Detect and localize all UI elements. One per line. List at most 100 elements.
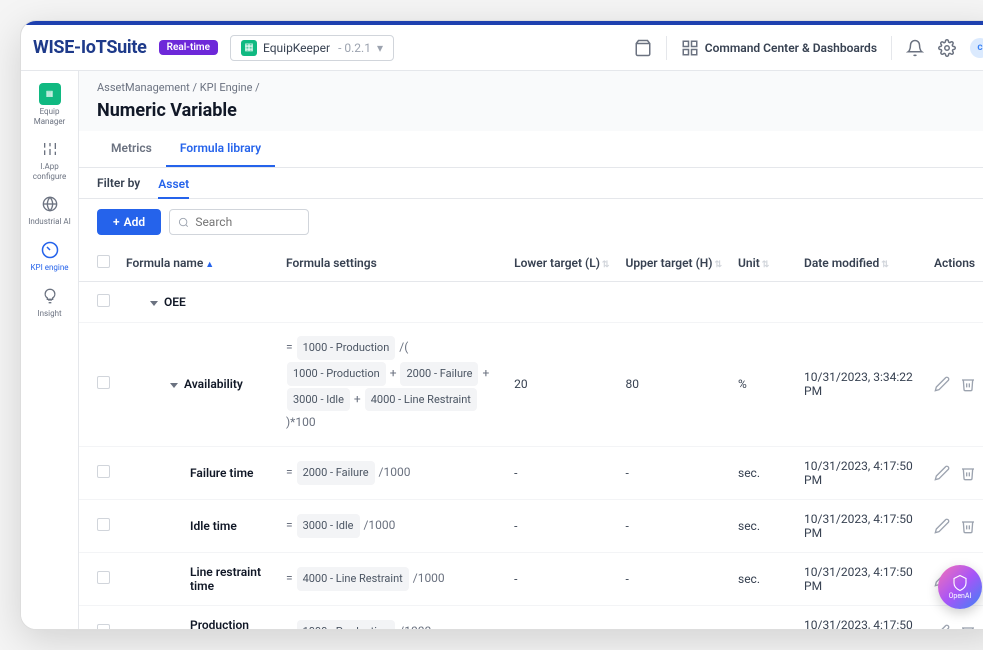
tree-toggle-icon[interactable] [150,301,158,306]
crumb-kpi-engine[interactable]: KPI Engine [200,81,253,94]
formula-chip: 1000 - Production [287,362,386,386]
formula-name: Idle time [190,519,237,533]
formula-name: Line restraint time [190,565,261,593]
date-modified: 10/31/2023, 4:17:50 PM [796,446,926,499]
plus-icon: + [113,215,120,229]
edit-icon[interactable] [934,518,950,534]
app-version: - 0.2.1 [338,41,371,55]
col-upper-target[interactable]: Upper target (H) [625,256,712,270]
formula-name: Availability [184,377,243,391]
crumb-asset-mgmt[interactable]: AssetManagement [97,81,190,94]
col-formula-name[interactable]: Formula name [126,256,203,270]
col-unit[interactable]: Unit [738,256,760,270]
page-title: Numeric Variable [79,98,983,131]
bag-icon[interactable] [634,39,652,57]
formula-chip: 2000 - Failure [400,362,478,386]
search-input[interactable] [195,215,300,229]
lower-target [506,282,617,323]
edit-icon[interactable] [934,624,950,629]
formula-chip: 4000 - Line Restraint [297,567,409,591]
delete-icon[interactable] [960,376,976,392]
lower-target: 20 [506,323,617,447]
row-checkbox[interactable] [97,571,110,584]
edit-icon[interactable] [934,376,950,392]
row-checkbox[interactable] [97,624,110,629]
upper-target: - [617,446,730,499]
sidebar-item-kpi-engine[interactable]: KPI engine [21,233,78,279]
formula-settings: = 3000 - Idle /1000 [286,513,498,539]
tab-metrics[interactable]: Metrics [97,131,166,167]
formula-chip: 1000 - Production [297,620,396,629]
tab-formula-library[interactable]: Formula library [166,131,275,167]
dashboard-icon [681,39,699,57]
avatar[interactable]: c [970,38,983,58]
select-all-checkbox[interactable] [97,255,110,268]
sort-icon[interactable]: ⇅ [881,260,889,270]
col-lower-target[interactable]: Lower target (L) [514,256,600,270]
table-row: Failure time = 2000 - Failure /1000 --se… [79,446,983,499]
formula-name: Failure time [190,466,253,480]
unit: % [730,323,796,447]
app-icon: ▦ [241,40,257,56]
row-checkbox[interactable] [97,518,110,531]
lower-target: - [506,552,617,605]
upper-target: 80 [617,323,730,447]
openai-float-button[interactable]: OpenAI [938,565,982,609]
sort-icon[interactable]: ⇅ [714,260,722,270]
tabs: Metrics Formula library [79,131,983,168]
sidebar-item-insight[interactable]: Insight [21,279,78,325]
filter-asset-tab[interactable]: Asset [158,177,189,199]
sort-icon[interactable]: ⇅ [602,260,610,270]
app-selector[interactable]: ▦ EquipKeeper - 0.2.1 ▾ [230,35,394,61]
delete-icon[interactable] [960,518,976,534]
filter-label: Filter by [97,176,140,190]
row-checkbox[interactable] [97,465,110,478]
lower-target: - [506,605,617,629]
lower-target: - [506,446,617,499]
sidebar-item-equip-manager[interactable]: ▦ Equip Manager [21,77,78,132]
bell-icon[interactable] [906,39,924,57]
col-actions: Actions [934,256,975,270]
lower-target: - [506,499,617,552]
unit: sec. [730,605,796,629]
row-checkbox[interactable] [97,294,110,307]
col-formula-settings: Formula settings [286,256,377,270]
upper-target [617,282,730,323]
upper-target: - [617,605,730,629]
sort-icon[interactable]: ⇅ [762,260,770,270]
sidebar: ▦ Equip Manager I.App configure Industri… [21,71,79,629]
upper-target: - [617,552,730,605]
formula-chip: 4000 - Line Restraint [365,388,477,412]
toolbar: + Add [79,199,983,245]
date-modified: 10/31/2023, 4:17:50 PM [796,552,926,605]
formula-settings: = 1000 - Production /1000 [286,619,498,629]
formula-chip: 1000 - Production [297,336,396,360]
table-row: OEE [79,282,983,323]
table-row: Production time = 1000 - Production /100… [79,605,983,629]
realtime-badge: Real-time [159,40,218,55]
sidebar-item-iapp-configure[interactable]: I.App configure [21,132,78,187]
table-row: Availability = 1000 - Production /( 1000… [79,323,983,447]
delete-icon[interactable] [960,465,976,481]
date-modified: 10/31/2023, 4:17:50 PM [796,605,926,629]
delete-icon[interactable] [960,624,976,629]
unit: sec. [730,499,796,552]
sidebar-item-industrial-ai[interactable]: Industrial AI [21,187,78,233]
table-row: Line restraint time = 4000 - Line Restra… [79,552,983,605]
sort-icon[interactable]: ▲ [205,260,214,270]
equip-icon: ▦ [39,83,61,105]
formula-chip: 2000 - Failure [297,461,375,485]
edit-icon[interactable] [934,465,950,481]
chevron-down-icon: ▾ [377,41,383,55]
date-modified [796,282,926,323]
tree-toggle-icon[interactable] [170,383,178,388]
gear-icon[interactable] [938,39,956,57]
row-checkbox[interactable] [97,376,110,389]
command-center-link[interactable]: Command Center & Dashboards [681,39,877,57]
add-button[interactable]: + Add [97,209,161,235]
sliders-icon [39,138,61,160]
formula-chip: 3000 - Idle [287,388,350,412]
col-date-modified[interactable]: Date modified [804,256,879,270]
formula-table: Formula name▲ Formula settings Lower tar… [79,245,983,629]
search-box[interactable] [169,209,309,235]
